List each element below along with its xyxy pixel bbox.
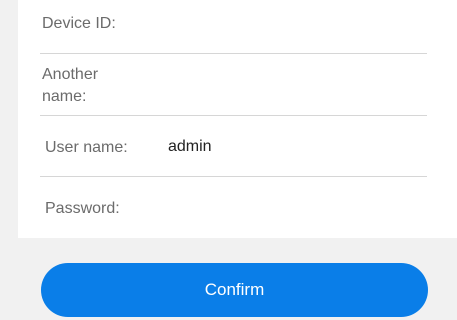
another-name-label-line2: name: [42,88,87,105]
user-name-divider [40,176,427,177]
confirm-button[interactable]: Confirm [41,263,428,317]
user-name-label: User name: [45,139,128,156]
device-id-label: Device ID: [42,15,116,32]
device-id-divider [40,53,427,54]
user-name-input[interactable]: admin [168,137,212,157]
another-name-divider [40,115,427,116]
another-name-label-line1: Another [42,66,99,83]
password-label: Password: [45,200,120,217]
